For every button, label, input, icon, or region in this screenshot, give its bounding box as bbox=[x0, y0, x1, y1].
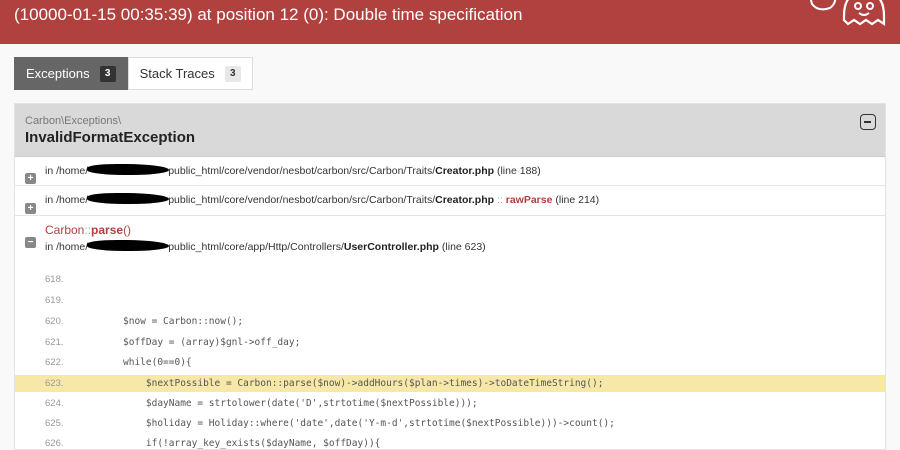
exception-namespace: Carbon\Exceptions\ bbox=[25, 115, 121, 127]
tab-bar: Exceptions 3 Stack Traces 3 bbox=[14, 57, 253, 90]
exception-header[interactable]: Carbon\Exceptions\ InvalidFormatExceptio… bbox=[15, 104, 885, 157]
collapse-frame-icon[interactable]: − bbox=[25, 237, 36, 248]
tab-stack-traces-label: Stack Traces bbox=[139, 66, 215, 81]
redacted-mark bbox=[87, 193, 170, 204]
redacted-mark bbox=[87, 240, 170, 251]
code-snippet: 618. 619. 620. $now = Carbon::now(); 621.… bbox=[15, 264, 885, 450]
code-line: 622. while(0==0){ bbox=[45, 357, 192, 368]
code-line-highlighted: 623. $nextPossible = Carbon::parse($now)… bbox=[15, 375, 885, 392]
exception-panel: Carbon\Exceptions\ InvalidFormatExceptio… bbox=[14, 103, 886, 450]
error-header: (10000-01-15 00:35:39) at position 12 (0… bbox=[0, 0, 900, 44]
trace-location: in /home/public_html/core/vendor/nesbot/… bbox=[45, 193, 600, 206]
code-line: 618. bbox=[45, 274, 64, 285]
tab-exceptions-count: 3 bbox=[99, 65, 116, 82]
ghost-logo-icon bbox=[809, 0, 886, 27]
expand-icon[interactable]: + bbox=[25, 203, 36, 214]
tab-stack-traces-count: 3 bbox=[224, 65, 241, 82]
code-line: 620. $now = Carbon::now(); bbox=[45, 316, 244, 327]
trace-location: in /home/public_html/core/vendor/nesbot/… bbox=[45, 164, 541, 177]
error-title: (10000-01-15 00:35:39) at position 12 (0… bbox=[14, 5, 523, 24]
code-line: 619. bbox=[45, 295, 64, 306]
tab-exceptions[interactable]: Exceptions 3 bbox=[14, 57, 128, 90]
code-line: 625. $holiday = Holiday::where('date',da… bbox=[45, 418, 615, 429]
trace-row-expanded[interactable]: − Carbon::parse() in /home/public_html/c… bbox=[15, 216, 885, 264]
code-line: 624. $dayName = strtolower(date('D',strt… bbox=[45, 398, 478, 409]
tab-exceptions-label: Exceptions bbox=[26, 66, 90, 81]
frame-function: Carbon::parse() bbox=[45, 223, 132, 237]
exception-class: InvalidFormatException bbox=[25, 129, 196, 146]
trace-row[interactable]: + in /home/public_html/core/vendor/nesbo… bbox=[15, 186, 885, 216]
trace-row[interactable]: + in /home/public_html/core/vendor/nesbo… bbox=[15, 157, 885, 186]
frame-location: in /home/public_html/core/app/Http/Contr… bbox=[45, 240, 486, 253]
code-line: 626. if(!array_key_exists($dayName, $off… bbox=[45, 438, 381, 449]
tab-stack-traces[interactable]: Stack Traces 3 bbox=[127, 57, 253, 90]
expand-icon[interactable]: + bbox=[25, 173, 36, 184]
code-line: 621. $offDay = (array)$gnl->off_day; bbox=[45, 337, 301, 348]
redacted-mark bbox=[87, 164, 170, 175]
collapse-icon[interactable] bbox=[860, 114, 876, 130]
